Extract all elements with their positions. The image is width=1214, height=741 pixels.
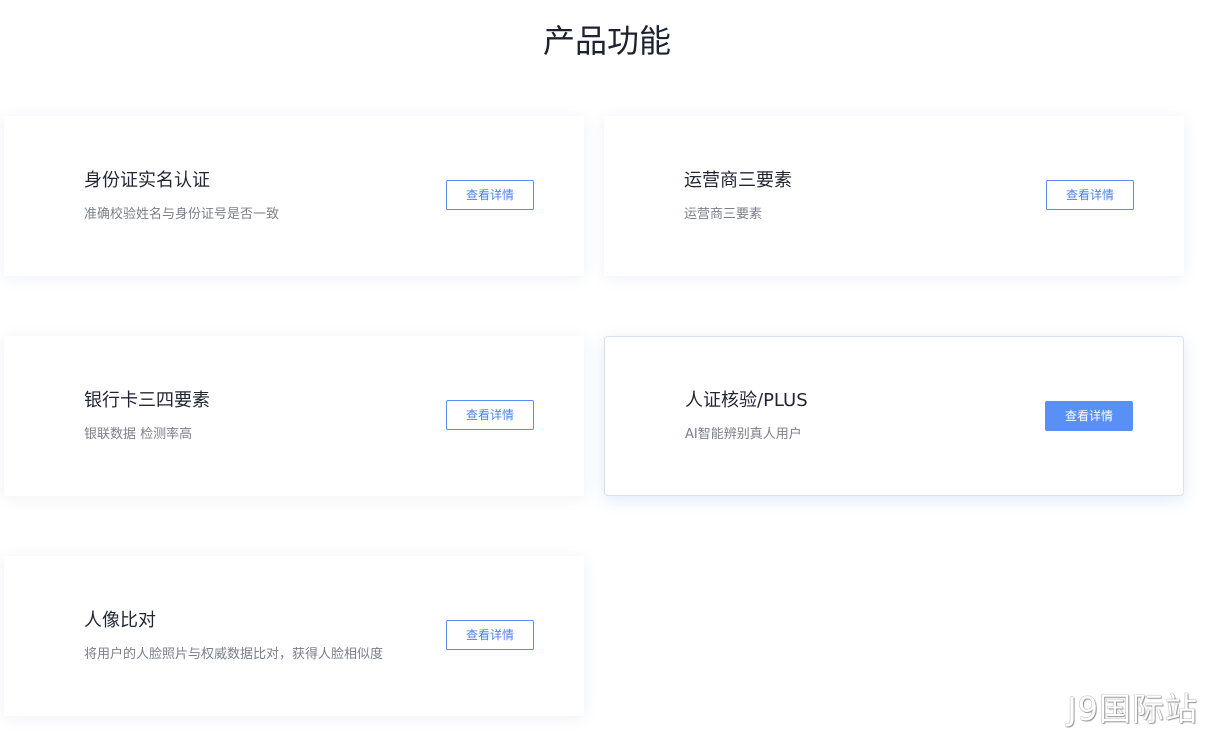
view-details-button[interactable]: 查看详情 [1046,180,1134,210]
card-title: 人证核验/PLUS [685,390,808,411]
card-title: 人像比对 [84,610,156,631]
card-title: 银行卡三四要素 [84,390,210,411]
card-description: 准确校验姓名与身份证号是否一致 [84,207,280,222]
card-description: 银联数据 检测率高 [84,427,193,442]
section-title: 产品功能 [542,22,671,60]
view-details-button[interactable]: 查看详情 [446,620,534,650]
product-card-face-comparison: 人像比对 将用户的人脸照片与权威数据比对，获得人脸相似度 查看详情 [4,556,584,716]
card-description: 将用户的人脸照片与权威数据比对，获得人脸相似度 [84,647,384,662]
card-title: 运营商三要素 [684,170,792,191]
product-card-bank-card: 银行卡三四要素 银联数据 检测率高 查看详情 [4,336,584,496]
watermark: J9国际站 [1067,690,1198,728]
view-details-button[interactable]: 查看详情 [446,400,534,430]
card-title: 身份证实名认证 [84,170,210,191]
view-details-button[interactable]: 查看详情 [446,180,534,210]
product-card-face-verification-plus: 人证核验/PLUS AI智能辨别真人用户 查看详情 [604,336,1184,496]
card-description: 运营商三要素 [684,207,763,222]
product-card-id-verification: 身份证实名认证 准确校验姓名与身份证号是否一致 查看详情 [4,116,584,276]
card-description: AI智能辨别真人用户 [685,427,802,442]
view-details-button[interactable]: 查看详情 [1045,401,1133,431]
product-card-carrier-three-factor: 运营商三要素 运营商三要素 查看详情 [604,116,1184,276]
